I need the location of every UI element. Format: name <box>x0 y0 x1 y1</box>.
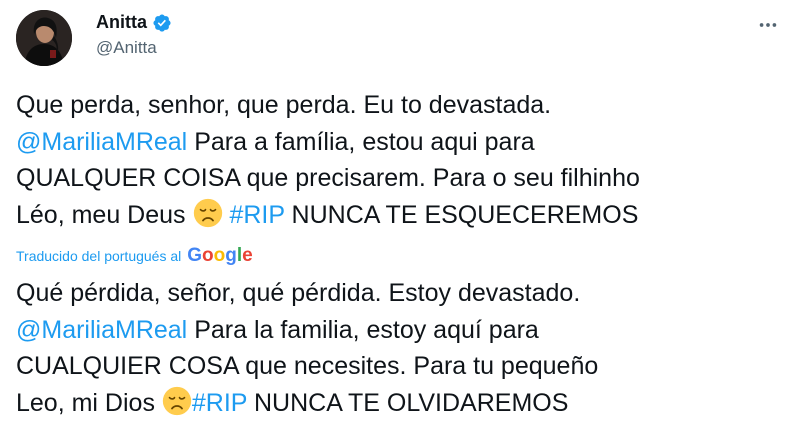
tweet-line: Léo, meu Deus #RIP NUNCA TE ESQUECEREMOS <box>16 197 781 234</box>
mention-link[interactable]: @MariliaMReal <box>16 128 187 156</box>
tweet-line: Que perda, senhor, que perda. Eu to deva… <box>16 87 781 124</box>
verified-badge-icon <box>152 13 172 33</box>
tweet-line: QUALQUER COISA que precisarem. Para o se… <box>16 160 781 197</box>
translation-note: Traducido del portugués al Google <box>16 245 253 267</box>
translated-line: @MariliaMReal Para la familia, estoy aqu… <box>16 312 781 349</box>
hashtag-link[interactable]: #RIP <box>192 389 247 417</box>
tweet-line: @MariliaMReal Para a família, estou aqui… <box>16 124 781 161</box>
translated-line-text: NUNCA TE OLVIDAREMOS <box>247 388 569 417</box>
translated-line: Qué pérdida, señor, qué pérdida. Estoy d… <box>16 275 781 312</box>
translated-line-text: Para la familia, estoy aquí para <box>187 315 539 344</box>
translated-line-text: CUALQUIER COSA que necesites. Para tu pe… <box>16 352 599 380</box>
tweet-text: Que perda, senhor, que perda. Eu to deva… <box>16 87 781 233</box>
translated-text: Qué pérdida, señor, qué pérdida. Estoy d… <box>16 275 781 421</box>
disappointed-face-icon <box>193 198 223 228</box>
mention-link[interactable]: @MariliaMReal <box>16 316 187 344</box>
translated-line: CUALQUIER COSA que necesites. Para tu pe… <box>16 348 781 385</box>
tweet-line-text: QUALQUER COISA que precisarem. Para o se… <box>16 164 640 192</box>
translation-note-text: Traducido del portugués al <box>16 248 182 264</box>
translated-line-text: Leo, mi Dios <box>16 388 162 417</box>
hashtag-link[interactable]: #RIP <box>229 201 284 229</box>
disappointed-face-icon <box>162 386 192 416</box>
avatar[interactable] <box>16 10 72 66</box>
tweet-line-text: Para a família, estou aqui para <box>187 127 535 156</box>
tweet-line-text: NUNCA TE ESQUECEREMOS <box>284 200 639 229</box>
translated-line-text: Qué pérdida, señor, qué pérdida. Estoy d… <box>16 279 581 307</box>
author-name-row[interactable]: Anitta <box>96 12 172 33</box>
more-horizontal-icon[interactable] <box>757 14 779 42</box>
author-handle[interactable]: @Anitta <box>96 38 157 58</box>
tweet-line-text: Léo, meu Deus <box>16 200 193 229</box>
google-logo[interactable]: Google <box>187 245 252 267</box>
translated-line: Leo, mi Dios #RIP NUNCA TE OLVIDAREMOS <box>16 385 781 422</box>
author-name[interactable]: Anitta <box>96 12 147 33</box>
tweet-line-text: Que perda, senhor, que perda. Eu to deva… <box>16 91 552 119</box>
